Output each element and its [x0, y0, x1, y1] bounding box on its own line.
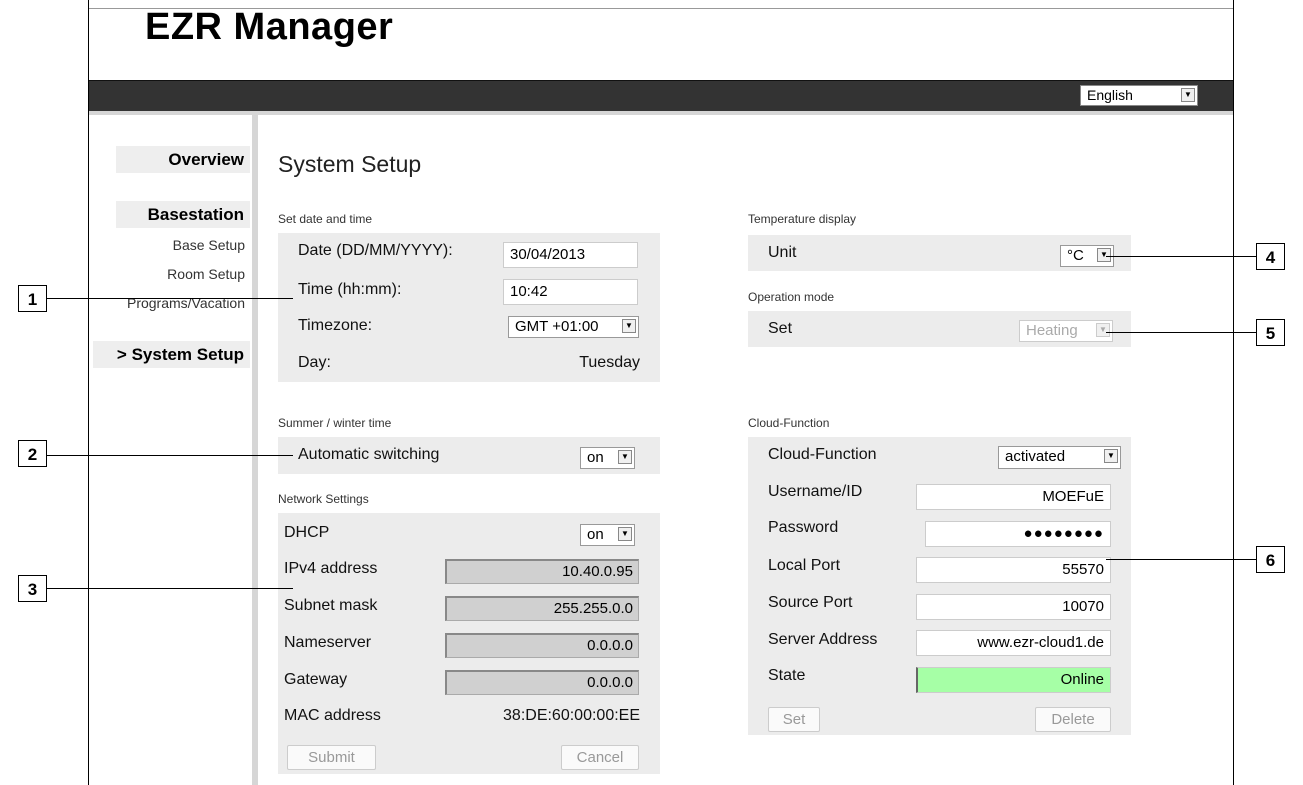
language-select[interactable]: English ▼ — [1080, 85, 1198, 106]
chevron-down-icon[interactable]: ▼ — [622, 319, 636, 333]
ipv4-field[interactable]: 10.40.0.95 — [445, 559, 639, 584]
language-value: English — [1087, 87, 1133, 103]
callout-3: 3 — [18, 575, 47, 602]
chevron-down-icon[interactable]: ▼ — [618, 527, 632, 541]
dhcp-value: on — [587, 526, 604, 543]
state-label: State — [768, 667, 806, 684]
day-value: Tuesday — [579, 354, 640, 371]
source-port-label: Source Port — [768, 594, 853, 611]
time-input[interactable]: 10:42 — [503, 279, 638, 305]
cloud-function-value: activated — [1005, 448, 1066, 465]
gateway-field[interactable]: 0.0.0.0 — [445, 670, 639, 695]
password-input[interactable]: ●●●●●●●● — [925, 521, 1111, 547]
frame-right-border — [1233, 0, 1234, 785]
callout-6-line — [1106, 559, 1256, 560]
time-label: Time (hh:mm): — [298, 281, 402, 298]
callout-5: 5 — [1256, 319, 1285, 346]
subnet-label: Subnet mask — [284, 597, 378, 614]
callout-5-line — [1106, 332, 1256, 333]
state-field: Online — [916, 667, 1111, 693]
sidebar-system-setup-label: > System Setup — [116, 345, 244, 364]
chevron-down-icon[interactable]: ▼ — [1097, 248, 1111, 262]
callout-2: 2 — [18, 440, 47, 467]
mac-label: MAC address — [284, 707, 381, 724]
sidebar-basestation-label: Basestation — [147, 205, 244, 224]
callout-4: 4 — [1256, 243, 1285, 270]
timezone-value: GMT +01:00 — [515, 318, 599, 335]
timezone-select[interactable]: GMT +01:00 ▼ — [508, 316, 639, 338]
source-port-input[interactable]: 10070 — [916, 594, 1111, 620]
callout-1: 1 — [18, 285, 47, 312]
auto-switching-select[interactable]: on ▼ — [580, 447, 635, 469]
nameserver-field[interactable]: 0.0.0.0 — [445, 633, 639, 658]
operation-mode-select[interactable]: Heating ▼ — [1019, 320, 1113, 342]
local-port-input[interactable]: 55570 — [916, 557, 1111, 583]
date-input[interactable]: 30/04/2013 — [503, 242, 638, 268]
datetime-section-label: Set date and time — [278, 212, 373, 226]
server-address-label: Server Address — [768, 631, 878, 648]
set-mode-label: Set — [768, 320, 793, 337]
sidebar-item-system-setup[interactable]: > System Setup — [93, 341, 250, 368]
timezone-label: Timezone: — [298, 317, 373, 334]
subnet-field[interactable]: 255.255.0.0 — [445, 596, 639, 621]
day-label: Day: — [298, 354, 331, 371]
cancel-button[interactable]: Cancel — [561, 745, 639, 770]
chevron-down-icon[interactable]: ▼ — [1104, 449, 1118, 463]
network-section-label: Network Settings — [278, 492, 369, 506]
auto-switching-value: on — [587, 449, 604, 466]
set-button[interactable]: Set — [768, 707, 820, 732]
sidebar-item-overview[interactable]: Overview — [116, 146, 250, 173]
cloud-function-select[interactable]: activated ▼ — [998, 446, 1121, 469]
nameserver-label: Nameserver — [284, 634, 372, 651]
unit-value: °C — [1067, 247, 1084, 264]
cloud-section-label: Cloud-Function — [748, 416, 830, 430]
dhcp-label: DHCP — [284, 524, 330, 541]
password-label: Password — [768, 519, 839, 536]
operation-mode-value: Heating — [1026, 322, 1078, 339]
auto-switching-label: Automatic switching — [298, 446, 440, 463]
sidebar-divider — [252, 115, 258, 785]
page-title: System Setup — [278, 151, 422, 177]
top-subbar — [89, 111, 1233, 115]
unit-label: Unit — [768, 244, 797, 261]
username-input[interactable]: MOEFuE — [916, 484, 1111, 510]
dhcp-select[interactable]: on ▼ — [580, 524, 635, 546]
temperature-section-label: Temperature display — [748, 212, 857, 226]
local-port-label: Local Port — [768, 557, 841, 574]
summer-section-label: Summer / winter time — [278, 416, 392, 430]
top-bar — [89, 80, 1233, 111]
server-address-input[interactable]: www.ezr-cloud1.de — [916, 630, 1111, 656]
app-title: EZR Manager — [145, 6, 394, 48]
chevron-down-icon[interactable]: ▼ — [618, 450, 632, 464]
chevron-down-icon[interactable]: ▼ — [1096, 323, 1110, 337]
operation-section-label: Operation mode — [748, 290, 835, 304]
delete-button[interactable]: Delete — [1035, 707, 1111, 732]
callout-3-line — [47, 588, 293, 589]
callout-4-line — [1106, 256, 1256, 257]
date-label: Date (DD/MM/YYYY): — [298, 242, 453, 259]
callout-1-line — [47, 298, 293, 299]
sidebar-overview-label: Overview — [168, 150, 244, 169]
submit-button[interactable]: Submit — [287, 745, 376, 770]
cloud-function-label: Cloud-Function — [768, 446, 877, 463]
frame-left-border — [88, 0, 89, 785]
chevron-down-icon[interactable]: ▼ — [1181, 88, 1195, 102]
gateway-label: Gateway — [284, 671, 348, 688]
ipv4-label: IPv4 address — [284, 560, 378, 577]
sidebar-item-room-setup[interactable]: Room Setup — [100, 266, 245, 282]
callout-6: 6 — [1256, 546, 1285, 573]
username-label: Username/ID — [768, 483, 863, 500]
sidebar-item-basestation[interactable]: Basestation — [116, 201, 250, 228]
mac-value: 38:DE:60:00:00:EE — [503, 707, 640, 724]
sidebar-item-base-setup[interactable]: Base Setup — [100, 237, 245, 253]
callout-2-line — [47, 455, 293, 456]
